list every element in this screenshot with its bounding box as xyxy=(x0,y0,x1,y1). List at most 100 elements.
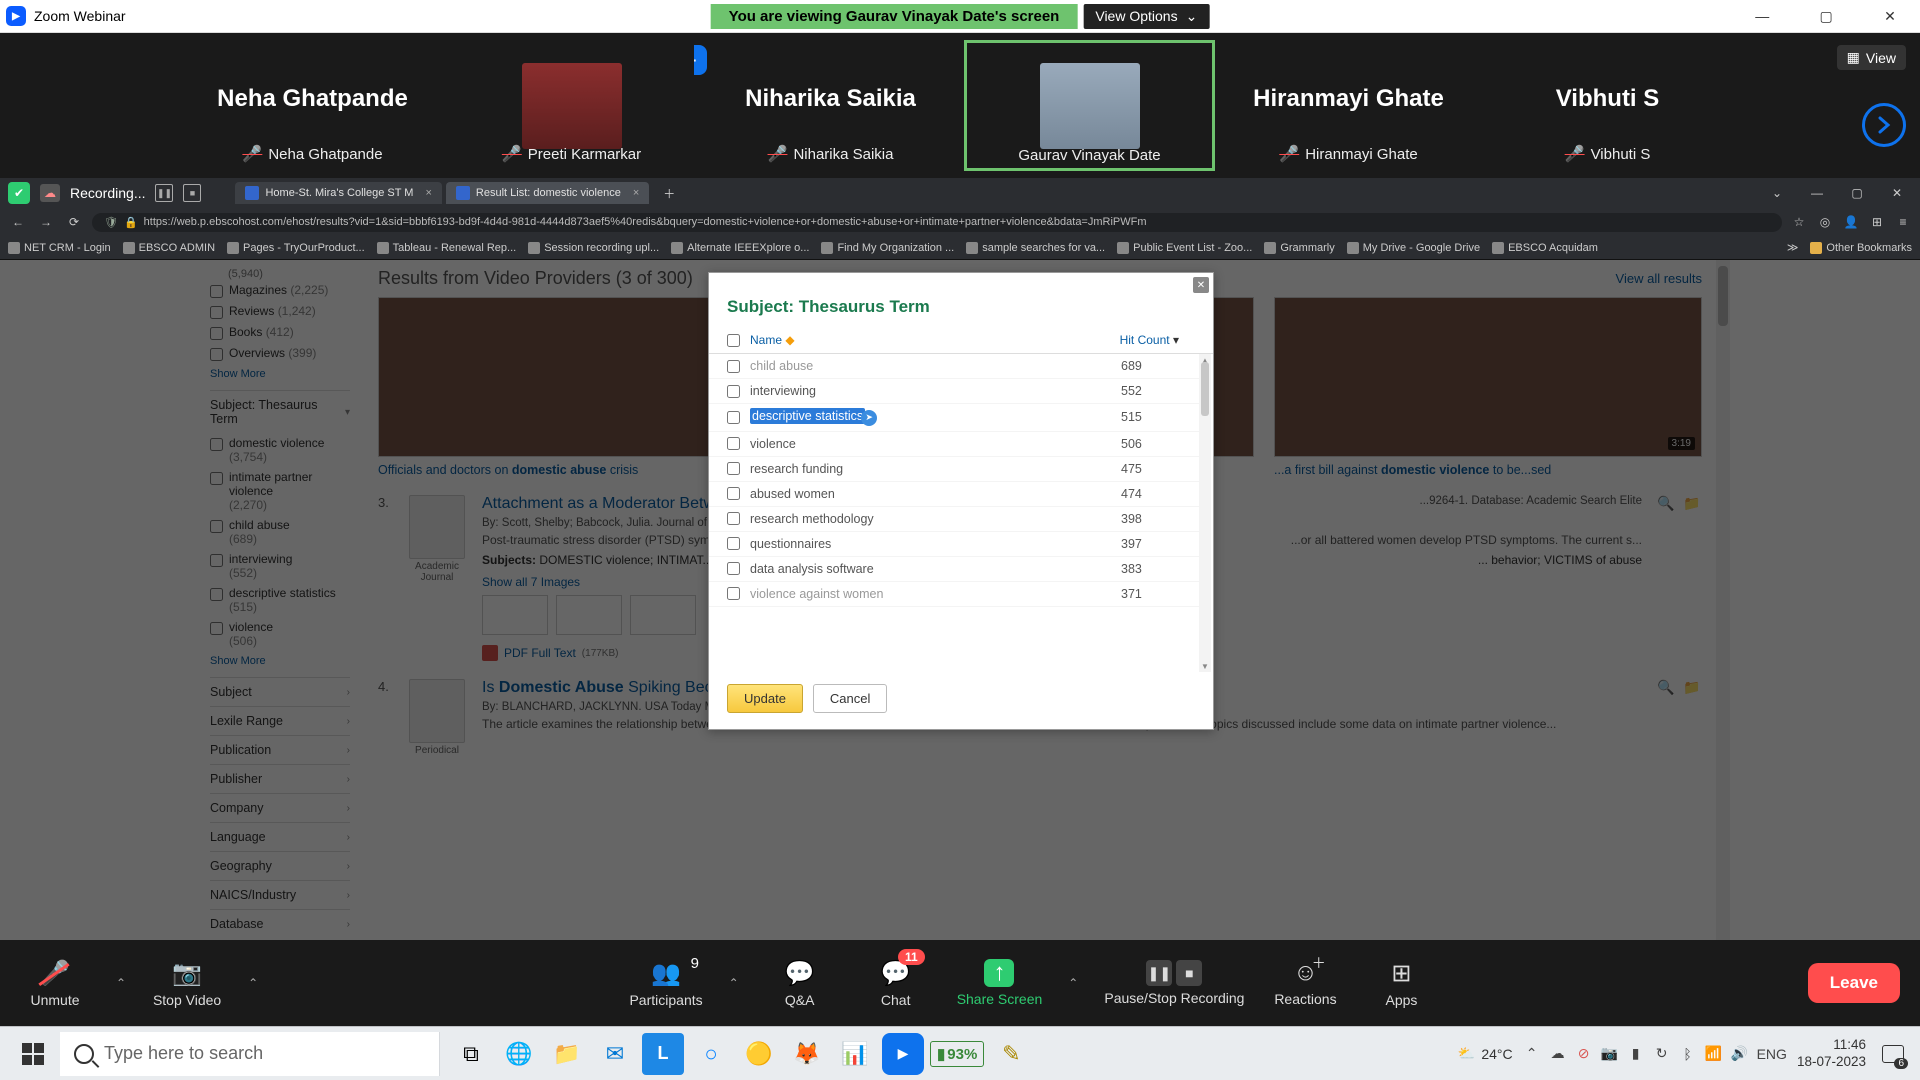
bookmark-item[interactable]: Find My Organization ... xyxy=(821,242,954,254)
recording-pause-button[interactable]: ❚❚ xyxy=(155,184,173,202)
video-menu-button[interactable]: ⌃ xyxy=(248,976,258,990)
account-button[interactable]: 👤 xyxy=(1842,215,1860,229)
result-image-thumb[interactable] xyxy=(630,595,696,635)
bookmark-item[interactable]: Tableau - Renewal Rep... xyxy=(377,242,517,254)
scrollbar-thumb[interactable] xyxy=(1718,266,1728,326)
firefox-app-icon[interactable]: 🦊 xyxy=(786,1033,828,1075)
bookmark-item[interactable]: Grammarly xyxy=(1264,242,1334,254)
bookmarks-overflow-button[interactable]: ≫ xyxy=(1787,241,1799,254)
pause-stop-recording-button[interactable]: ❚❚ ■ Pause/Stop Recording xyxy=(1104,960,1244,1006)
window-maximize-button[interactable]: ▢ xyxy=(1796,0,1856,33)
notifications-button[interactable]: 6 xyxy=(1876,1037,1910,1071)
facet-checkbox[interactable] xyxy=(210,554,223,567)
view-all-results-link[interactable]: View all results xyxy=(1616,271,1702,286)
bookmark-item[interactable]: NET CRM - Login xyxy=(8,242,111,254)
browser-close-button[interactable]: ✕ xyxy=(1882,186,1912,200)
facet-checkbox-item[interactable]: intimate partner violence(2,270) xyxy=(210,467,350,515)
term-checkbox[interactable] xyxy=(727,537,740,550)
tab-close-button[interactable]: × xyxy=(425,187,431,199)
show-more-thesaurus[interactable]: Show More xyxy=(210,655,350,667)
select-all-checkbox[interactable] xyxy=(727,334,740,347)
browser-tab[interactable]: Home-St. Mira's College ST M× xyxy=(235,182,441,204)
facet-checkbox-item[interactable]: descriptive statistics(515) xyxy=(210,583,350,617)
folder-save-button[interactable]: 📁 xyxy=(1682,495,1702,515)
facet-checkbox-item[interactable]: Magazines (2,225) xyxy=(210,280,350,301)
thesaurus-term-row[interactable]: violence against women371 xyxy=(709,582,1199,607)
participants-button[interactable]: 👥 9 Participants xyxy=(629,959,702,1008)
facet-checkbox[interactable] xyxy=(210,520,223,533)
forward-button[interactable]: → xyxy=(36,215,56,229)
participant-tile[interactable]: 🎤Preeti Karmarkar xyxy=(449,43,694,168)
weather-widget[interactable]: ⛅ 24°C xyxy=(1458,1045,1513,1062)
other-bookmarks-button[interactable]: Other Bookmarks xyxy=(1810,242,1912,254)
powerpoint-app-icon[interactable]: 📊 xyxy=(834,1033,876,1075)
tray-overflow-button[interactable]: ⌃ xyxy=(1523,1045,1541,1062)
recording-stop-button[interactable]: ■ xyxy=(183,184,201,202)
share-screen-button[interactable]: ↑ Share Screen xyxy=(957,959,1043,1007)
facet-checkbox-item[interactable]: Books (412) xyxy=(210,322,350,343)
tab-close-button[interactable]: × xyxy=(633,187,639,199)
hitcount-column-header[interactable]: Hit Count ▾ xyxy=(1120,333,1179,347)
participant-tile[interactable]: Niharika Saikia🎤Niharika Saikia xyxy=(708,43,953,168)
facet-header[interactable]: Database› xyxy=(210,909,350,938)
facet-header[interactable]: Language› xyxy=(210,822,350,851)
thesaurus-term-row[interactable]: child abuse689 xyxy=(709,354,1199,379)
edge-app-icon[interactable]: 🌐 xyxy=(498,1033,540,1075)
battery-indicator[interactable]: ▮93% xyxy=(930,1041,984,1067)
result-image-thumb[interactable] xyxy=(556,595,622,635)
facet-checkbox-item[interactable]: child abuse(689) xyxy=(210,515,350,549)
facet-header[interactable]: Publisher› xyxy=(210,764,350,793)
meet-now-icon[interactable]: 📷 xyxy=(1601,1045,1619,1062)
facet-header[interactable]: Subject› xyxy=(210,677,350,706)
preview-button[interactable]: 🔍 xyxy=(1656,495,1676,515)
term-checkbox[interactable] xyxy=(727,587,740,600)
bookmark-item[interactable]: EBSCO Acquidam xyxy=(1492,242,1598,254)
participant-tile[interactable]: Vibhuti S🎤Vibhuti S xyxy=(1485,43,1730,168)
zoom-app-icon[interactable]: ▶ xyxy=(882,1033,924,1075)
thesaurus-term-row[interactable]: descriptive statistics➤515 xyxy=(709,404,1199,432)
extensions-button[interactable]: ⊞ xyxy=(1868,215,1886,229)
facet-thesaurus-header[interactable]: Subject: Thesaurus Term ▾ xyxy=(210,390,350,433)
bookmark-star-button[interactable]: ☆ xyxy=(1790,215,1808,229)
battery-icon[interactable]: ▮ xyxy=(1627,1045,1645,1062)
onedrive-icon[interactable]: ☁ xyxy=(1549,1045,1567,1062)
security-warning-icon[interactable]: ⊘ xyxy=(1575,1045,1593,1062)
facet-checkbox-item[interactable]: interviewing(552) xyxy=(210,549,350,583)
chrome-app-icon[interactable]: 🟡 xyxy=(738,1033,780,1075)
facet-checkbox-item[interactable]: Overviews (399) xyxy=(210,343,350,364)
facet-checkbox-item[interactable]: Reviews (1,242) xyxy=(210,301,350,322)
pocket-button[interactable]: ◎ xyxy=(1816,215,1834,229)
term-checkbox[interactable] xyxy=(727,562,740,575)
new-tab-button[interactable]: ＋ xyxy=(659,183,679,203)
bookmark-item[interactable]: Session recording upl... xyxy=(528,242,659,254)
facet-checkbox[interactable] xyxy=(210,438,223,451)
browser-maximize-button[interactable]: ▢ xyxy=(1842,186,1872,200)
browser-tab[interactable]: Result List: domestic violence× xyxy=(446,182,649,204)
facet-checkbox-item[interactable]: violence(506) xyxy=(210,617,350,651)
bookmark-item[interactable]: Alternate IEEEXplore o... xyxy=(671,242,809,254)
preview-button[interactable]: 🔍 xyxy=(1656,679,1676,699)
modal-close-button[interactable]: ✕ xyxy=(1193,277,1209,293)
mail-app-icon[interactable]: ✉ xyxy=(594,1033,636,1075)
browser-minimize-button[interactable]: — xyxy=(1802,186,1832,200)
thesaurus-term-row[interactable]: questionnaires397 xyxy=(709,532,1199,557)
language-indicator[interactable]: ENG xyxy=(1757,1046,1787,1062)
facet-checkbox[interactable] xyxy=(210,285,223,298)
chat-button[interactable]: 💬 11 Chat xyxy=(861,959,931,1008)
result-image-thumb[interactable] xyxy=(482,595,548,635)
facet-checkbox[interactable] xyxy=(210,588,223,601)
updates-icon[interactable]: ↻ xyxy=(1653,1045,1671,1062)
thesaurus-term-row[interactable]: violence506 xyxy=(709,432,1199,457)
participants-menu-button[interactable]: ⌃ xyxy=(729,976,739,990)
reactions-button[interactable]: ☺＋ Reactions xyxy=(1270,959,1340,1007)
task-view-button[interactable]: ⧉ xyxy=(450,1033,492,1075)
clock[interactable]: 11:46 18-07-2023 xyxy=(1797,1037,1866,1069)
apps-button[interactable]: ⊞ Apps xyxy=(1366,959,1436,1008)
term-checkbox[interactable] xyxy=(727,487,740,500)
show-more-source-types[interactable]: Show More xyxy=(210,368,350,380)
scrollbar-thumb[interactable] xyxy=(1201,362,1209,416)
facet-checkbox-item[interactable]: domestic violence(3,754) xyxy=(210,433,350,467)
thesaurus-term-row[interactable]: research methodology398 xyxy=(709,507,1199,532)
facet-checkbox[interactable] xyxy=(210,472,223,485)
term-checkbox[interactable] xyxy=(727,462,740,475)
